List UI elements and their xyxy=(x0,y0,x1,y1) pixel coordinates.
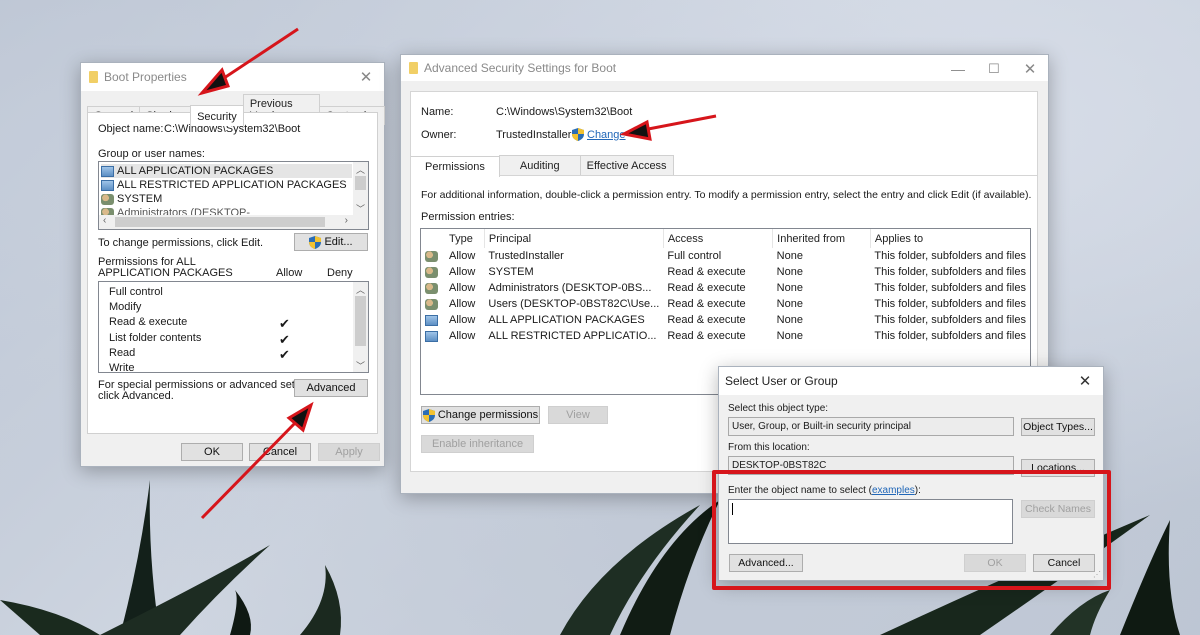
permission-row: Write xyxy=(109,361,135,373)
cancel-button[interactable]: Cancel xyxy=(249,443,311,461)
deny-column-header: Deny xyxy=(327,267,353,279)
close-button[interactable]: ✕ xyxy=(1067,367,1103,395)
allow-check: ✔ xyxy=(279,331,290,347)
column-type[interactable]: Type xyxy=(445,229,485,248)
title-bar: Boot Properties ✕ xyxy=(81,63,384,91)
scroll-thumb[interactable] xyxy=(355,176,366,190)
folder-icon xyxy=(409,62,418,74)
change-permissions-hint: To change permissions, click Edit. xyxy=(98,237,264,249)
permissions-for-label-line2: APPLICATION PACKAGES xyxy=(98,267,233,279)
table-row[interactable]: Allow Users (DESKTOP-0BST82C\Use... Read… xyxy=(421,296,1030,312)
object-type-label: Select this object type: xyxy=(728,403,829,414)
app-package-icon xyxy=(425,314,438,326)
permission-row: Read & execute ✔ xyxy=(109,316,290,332)
scroll-left-icon[interactable]: ‹ xyxy=(103,215,106,226)
change-owner-link[interactable]: Change xyxy=(587,129,626,141)
ok-button[interactable]: OK xyxy=(181,443,243,461)
name-value: C:\Windows\System32\Boot xyxy=(496,106,633,118)
table-row[interactable]: Allow ALL APPLICATION PACKAGES Read & ex… xyxy=(421,312,1030,328)
window-title: Select User or Group xyxy=(725,374,838,388)
title-bar: Select User or Group ✕ xyxy=(719,367,1103,395)
permission-row: Read ✔ xyxy=(109,346,290,362)
table-row[interactable]: Allow TrustedInstaller Full control None… xyxy=(421,248,1030,264)
column-principal[interactable]: Principal xyxy=(484,229,664,248)
view-button[interactable]: View xyxy=(548,406,608,424)
users-icon xyxy=(425,266,438,278)
users-icon xyxy=(425,250,438,262)
hscroll-thumb[interactable] xyxy=(115,217,325,227)
info-text: For additional information, double-click… xyxy=(421,189,1032,201)
uac-shield-icon xyxy=(309,235,322,249)
change-permissions-button[interactable]: Change permissions xyxy=(421,406,540,424)
close-button[interactable]: ✕ xyxy=(1012,55,1048,83)
app-package-icon xyxy=(425,330,438,342)
table-row[interactable]: Allow SYSTEM Read & execute None This fo… xyxy=(421,264,1030,280)
minimize-button[interactable]: — xyxy=(940,55,976,83)
tab-permissions[interactable]: Permissions xyxy=(411,156,500,177)
table-header: Type Principal Access Inherited from App… xyxy=(421,229,1030,248)
table-row[interactable]: Allow Administrators (DESKTOP-0BS... Rea… xyxy=(421,280,1030,296)
group-item[interactable]: ALL RESTRICTED APPLICATION PACKAGES xyxy=(101,178,352,192)
object-type-field: User, Group, or Built-in security princi… xyxy=(728,417,1014,436)
tab-security[interactable]: Security xyxy=(190,105,244,126)
tab-effective-access[interactable]: Effective Access xyxy=(579,155,674,176)
scroll-down-icon[interactable]: ﹀ xyxy=(353,358,368,372)
title-bar: Advanced Security Settings for Boot — ☐ … xyxy=(401,55,1048,81)
app-package-icon xyxy=(101,179,114,191)
maximize-button[interactable]: ☐ xyxy=(976,55,1012,83)
scroll-up-icon[interactable]: ︿ xyxy=(353,282,368,296)
object-name-label: Object name: xyxy=(98,123,164,135)
edit-button[interactable]: Edit... xyxy=(294,233,368,251)
group-item[interactable]: SYSTEM xyxy=(101,192,352,206)
object-types-button[interactable]: Object Types... xyxy=(1021,418,1095,436)
permissions-list: Full control Modify Read & execute ✔ Lis… xyxy=(98,281,369,373)
owner-value: TrustedInstaller xyxy=(496,129,572,141)
boot-properties-dialog: Boot Properties ✕ General Sharing Securi… xyxy=(80,62,385,467)
uac-shield-icon xyxy=(572,128,584,141)
app-package-icon xyxy=(101,165,114,177)
window-title: Boot Properties xyxy=(104,70,187,84)
permission-row: Modify xyxy=(109,301,142,314)
group-item[interactable]: ALL APPLICATION PACKAGES xyxy=(101,164,352,178)
users-icon xyxy=(425,282,438,294)
enable-inheritance-button[interactable]: Enable inheritance xyxy=(421,435,534,453)
window-title: Advanced Security Settings for Boot xyxy=(424,61,617,75)
permission-row: Full control xyxy=(109,286,163,298)
allow-check: ✔ xyxy=(279,346,290,362)
uac-shield-icon xyxy=(422,408,435,422)
group-names-label: Group or user names: xyxy=(98,148,205,160)
name-label: Name: xyxy=(421,106,454,118)
folder-icon xyxy=(89,71,98,83)
scroll-up-icon[interactable]: ︿ xyxy=(353,162,368,176)
advanced-button[interactable]: Advanced xyxy=(294,379,368,397)
allow-column-header: Allow xyxy=(276,267,303,279)
permission-row: List folder contents ✔ xyxy=(109,331,290,347)
table-row[interactable]: Allow ALL RESTRICTED APPLICATIO... Read … xyxy=(421,328,1030,344)
security-tab-panel: Object name: C:\Windows\System32\Boot Gr… xyxy=(87,112,378,434)
allow-check: ✔ xyxy=(279,316,290,332)
group-list-vscrollbar[interactable]: ︿ ﹀ xyxy=(353,162,368,215)
column-access[interactable]: Access xyxy=(663,229,774,248)
location-label: From this location: xyxy=(728,442,810,453)
group-list-hscrollbar[interactable]: ‹ › xyxy=(99,215,368,229)
tab-auditing[interactable]: Auditing xyxy=(498,155,581,176)
users-icon xyxy=(425,298,438,310)
scroll-thumb[interactable] xyxy=(355,296,366,346)
scroll-right-icon[interactable]: › xyxy=(345,215,348,226)
apply-button[interactable]: Apply xyxy=(318,443,380,461)
permission-entries-label: Permission entries: xyxy=(421,211,515,223)
tab-divider xyxy=(411,175,1037,176)
scroll-down-icon[interactable]: ﹀ xyxy=(353,201,368,215)
special-permissions-hint-line2: click Advanced. xyxy=(98,390,174,402)
permissions-vscrollbar[interactable]: ︿ ﹀ xyxy=(353,282,368,372)
users-icon xyxy=(101,193,114,205)
owner-label: Owner: xyxy=(421,129,457,141)
group-list[interactable]: ALL APPLICATION PACKAGES ALL RESTRICTED … xyxy=(98,161,369,230)
close-button[interactable]: ✕ xyxy=(348,63,384,91)
tab-strip: Permissions Auditing Effective Access xyxy=(411,155,674,177)
column-applies-to[interactable]: Applies to xyxy=(870,229,1030,248)
column-inherited-from[interactable]: Inherited from xyxy=(772,229,871,248)
highlight-box xyxy=(712,470,1111,590)
